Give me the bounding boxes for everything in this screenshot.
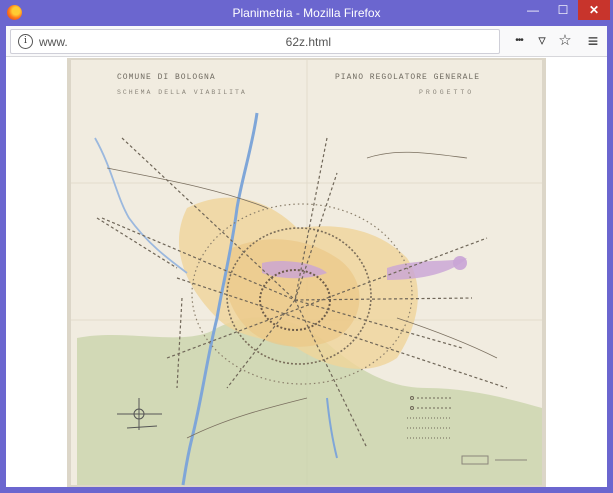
- url-suffix: 62z.html: [285, 35, 332, 49]
- minimize-button[interactable]: —: [518, 0, 548, 20]
- violet-node: [453, 256, 467, 270]
- url-text[interactable]: www. 62z.html: [39, 34, 331, 49]
- city-plan-map: COMUNE DI BOLOGNA SCHEMA DELLA VIABILITA…: [67, 58, 546, 487]
- url-prefix: www.: [39, 35, 68, 49]
- hamburger-menu-icon[interactable]: ≡: [583, 31, 603, 51]
- map-title-right-1: PIANO REGOLATORE GENERALE: [335, 73, 480, 82]
- navigation-toolbar: i www. 62z.html ••• ▿ ☆ ≡: [6, 26, 607, 57]
- window-bottom-border: [0, 487, 613, 493]
- maximize-button[interactable]: ☐: [548, 0, 578, 20]
- pocket-icon[interactable]: ▿: [532, 31, 552, 51]
- map-title-right-2: PROGETTO: [419, 89, 474, 96]
- close-button[interactable]: ✕: [578, 0, 610, 20]
- map-drawing: COMUNE DI BOLOGNA SCHEMA DELLA VIABILITA…: [71, 60, 542, 486]
- bookmark-star-icon[interactable]: ☆: [555, 31, 575, 51]
- page-actions-icon[interactable]: •••: [509, 31, 529, 51]
- map-title-left-1: COMUNE DI BOLOGNA: [117, 73, 216, 82]
- url-redacted: [67, 34, 286, 46]
- site-info-icon[interactable]: i: [18, 34, 33, 49]
- address-bar[interactable]: i www. 62z.html: [10, 29, 500, 54]
- title-bar: Planimetria - Mozilla Firefox — ☐ ✕: [0, 0, 613, 26]
- browser-window: Planimetria - Mozilla Firefox — ☐ ✕ i ww…: [0, 0, 613, 493]
- map-title-left-2: SCHEMA DELLA VIABILITA: [117, 89, 247, 96]
- page-content: COMUNE DI BOLOGNA SCHEMA DELLA VIABILITA…: [6, 57, 607, 487]
